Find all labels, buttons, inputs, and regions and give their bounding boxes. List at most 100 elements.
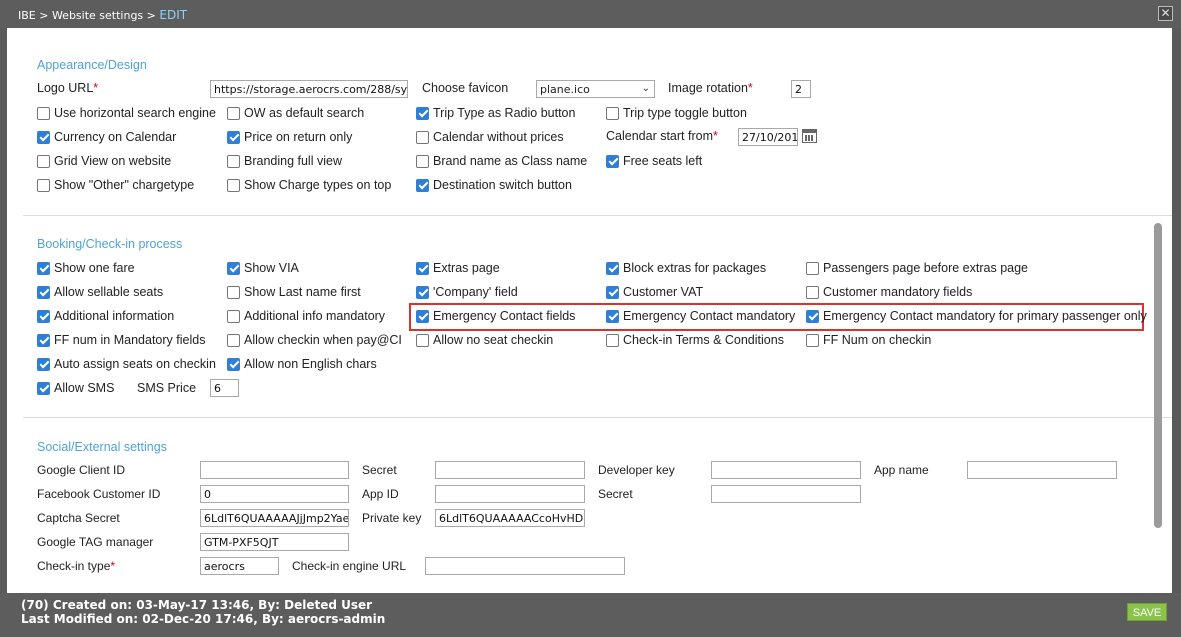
checkbox-box[interactable] — [227, 130, 240, 144]
sms-price-input[interactable]: 6 — [210, 379, 239, 397]
captcha-secret-input[interactable]: 6LdlT6QUAAAAAJjJmp2YaeJ — [200, 509, 349, 527]
checkbox-box[interactable] — [606, 285, 619, 299]
checkin-engine-url-input[interactable] — [425, 557, 625, 575]
checkbox-grid-view[interactable]: Grid View on website — [37, 153, 171, 169]
favicon-select[interactable]: plane.ico ⌄ — [536, 80, 655, 98]
checkbox-box[interactable] — [416, 309, 429, 323]
checkbox-label: Allow no seat checkin — [433, 333, 554, 347]
checkbox-box[interactable] — [227, 285, 240, 299]
checkbox-destination-switch[interactable]: Destination switch button — [416, 177, 572, 193]
checkbox-ff-mandatory[interactable]: FF num in Mandatory fields — [37, 332, 205, 348]
app-name-input[interactable] — [967, 461, 1117, 479]
developer-key-input[interactable] — [711, 461, 861, 479]
checkbox-checkin-pay[interactable]: Allow checkin when pay@CI — [227, 332, 402, 348]
checkbox-charge-types-top[interactable]: Show Charge types on top — [227, 177, 391, 193]
checkbox-show-via[interactable]: Show VIA — [227, 260, 299, 276]
checkin-type-input[interactable]: aerocrs — [200, 557, 279, 575]
checkbox-trip-type-radio[interactable]: Trip Type as Radio button — [416, 105, 575, 121]
secret-input[interactable] — [435, 461, 585, 479]
checkbox-checkin-terms[interactable]: Check-in Terms & Conditions — [606, 332, 784, 348]
calendar-icon[interactable] — [802, 129, 817, 143]
private-key-input[interactable]: 6LdlT6QUAAAAACcoHvHDrs — [435, 509, 585, 527]
checkbox-additional-info-mandatory[interactable]: Additional info mandatory — [227, 308, 385, 324]
checkbox-box[interactable] — [416, 333, 429, 347]
checkbox-box[interactable] — [416, 285, 429, 299]
facebook-id-input[interactable]: 0 — [200, 485, 349, 503]
google-client-id-input[interactable] — [200, 461, 349, 479]
save-button[interactable]: SAVE — [1127, 603, 1167, 621]
checkbox-box[interactable] — [227, 309, 240, 323]
google-tag-input[interactable]: GTM-PXF5QJT — [200, 533, 349, 551]
checkbox-last-name-first[interactable]: Show Last name first — [227, 284, 361, 300]
checkbox-box[interactable] — [37, 130, 50, 144]
checkbox-box[interactable] — [606, 154, 619, 168]
checkbox-box[interactable] — [37, 381, 50, 395]
checkbox-branding-full[interactable]: Branding full view — [227, 153, 342, 169]
checkbox-box[interactable] — [37, 357, 50, 371]
checkbox-box[interactable] — [227, 333, 240, 347]
checkbox-ff-num-checkin[interactable]: FF Num on checkin — [806, 332, 931, 348]
breadcrumb: IBE > Website settings > EDIT — [18, 8, 187, 22]
checkbox-horizontal-search[interactable]: Use horizontal search engine — [37, 105, 216, 121]
checkbox-box[interactable] — [806, 333, 819, 347]
calendar-start-input[interactable]: 27/10/2019 — [738, 128, 798, 146]
checkbox-box[interactable] — [606, 106, 619, 120]
checkbox-label: OW as default search — [244, 106, 365, 120]
checkbox-ow-default[interactable]: OW as default search — [227, 105, 364, 121]
checkbox-box[interactable] — [227, 261, 240, 275]
logo-url-input[interactable]: https://storage.aerocrs.com/288/system — [210, 80, 408, 98]
checkbox-box[interactable] — [37, 309, 50, 323]
checkbox-emergency-fields[interactable]: Emergency Contact fields — [416, 308, 575, 324]
checkbox-additional-info[interactable]: Additional information — [37, 308, 174, 324]
checkbox-other-chargetype[interactable]: Show "Other" chargetype — [37, 177, 194, 193]
checkbox-currency-calendar[interactable]: Currency on Calendar — [37, 129, 176, 145]
checkbox-calendar-no-prices[interactable]: Calendar without prices — [416, 129, 564, 145]
checkbox-box[interactable] — [37, 261, 50, 275]
checkbox-box[interactable] — [416, 178, 429, 192]
app-id-input[interactable] — [435, 485, 585, 503]
checkbox-box[interactable] — [37, 333, 50, 347]
checkbox-show-one-fare[interactable]: Show one fare — [37, 260, 135, 276]
checkbox-customer-mandatory[interactable]: Customer mandatory fields — [806, 284, 972, 300]
checkbox-extras-page[interactable]: Extras page — [416, 260, 500, 276]
checkbox-auto-assign[interactable]: Auto assign seats on checkin — [37, 356, 216, 372]
checkbox-box[interactable] — [37, 154, 50, 168]
checkbox-box[interactable] — [416, 261, 429, 275]
checkbox-box[interactable] — [37, 285, 50, 299]
checkbox-box[interactable] — [227, 106, 240, 120]
checkbox-box[interactable] — [37, 106, 50, 120]
checkbox-box[interactable] — [227, 154, 240, 168]
checkbox-box[interactable] — [606, 333, 619, 347]
checkbox-box[interactable] — [227, 357, 240, 371]
checkbox-passengers-before-extras[interactable]: Passengers page before extras page — [806, 260, 1028, 276]
checkbox-box[interactable] — [416, 154, 429, 168]
checkbox-box[interactable] — [227, 178, 240, 192]
checkbox-trip-type-toggle[interactable]: Trip type toggle button — [606, 105, 747, 121]
checkbox-box[interactable] — [37, 178, 50, 192]
checkbox-box[interactable] — [606, 261, 619, 275]
vertical-scrollbar[interactable] — [1154, 223, 1162, 528]
checkbox-customer-vat[interactable]: Customer VAT — [606, 284, 703, 300]
image-rotation-input[interactable]: 2 — [791, 80, 811, 98]
checkbox-free-seats[interactable]: Free seats left — [606, 153, 702, 169]
checkbox-company-field[interactable]: 'Company' field — [416, 284, 518, 300]
required-mark: * — [93, 81, 99, 95]
checkbox-non-english[interactable]: Allow non English chars — [227, 356, 377, 372]
checkbox-price-return-only[interactable]: Price on return only — [227, 129, 352, 145]
checkbox-emergency-mandatory[interactable]: Emergency Contact mandatory — [606, 308, 795, 324]
checkbox-block-extras[interactable]: Block extras for packages — [606, 260, 766, 276]
checkbox-brand-class[interactable]: Brand name as Class name — [416, 153, 587, 169]
checkbox-allow-sms[interactable]: Allow SMS — [37, 380, 114, 396]
checkin-type-label: Check-in type* — [37, 559, 115, 573]
checkbox-box[interactable] — [606, 309, 619, 323]
close-icon[interactable]: ✕ — [1158, 6, 1173, 21]
checkbox-box[interactable] — [806, 285, 819, 299]
checkbox-no-seat-checkin[interactable]: Allow no seat checkin — [416, 332, 553, 348]
checkbox-box[interactable] — [806, 261, 819, 275]
checkbox-allow-sellable-seats[interactable]: Allow sellable seats — [37, 284, 163, 300]
checkbox-box[interactable] — [416, 106, 429, 120]
secret-input-2[interactable] — [711, 485, 861, 503]
checkbox-emergency-primary[interactable]: Emergency Contact mandatory for primary … — [806, 308, 1147, 324]
checkbox-box[interactable] — [806, 309, 819, 323]
checkbox-box[interactable] — [416, 130, 429, 144]
